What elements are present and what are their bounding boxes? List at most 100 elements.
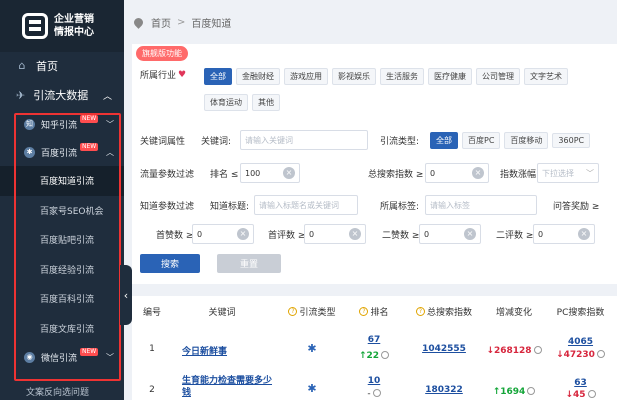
- logo-line1: 企业营销: [54, 14, 94, 25]
- industry-tag[interactable]: 金融财经: [236, 68, 280, 85]
- breadcrumb-home[interactable]: 首页: [151, 15, 171, 30]
- logo-icon: [22, 13, 48, 39]
- new-badge: NEW: [80, 348, 99, 356]
- clear-icon[interactable]: ×: [283, 167, 295, 179]
- sidebar-item-wenku[interactable]: 百度文库引流: [0, 314, 124, 344]
- zhihu-icon: 知: [24, 118, 35, 130]
- tag-input[interactable]: 请输入标签: [425, 195, 537, 215]
- clear-icon[interactable]: ×: [472, 167, 484, 179]
- index-change-select[interactable]: 下拉选择 ﹀: [537, 163, 599, 183]
- col-header-rank[interactable]: ? 排名: [344, 296, 404, 326]
- location-icon: [132, 15, 145, 29]
- sidebar-item-tieba[interactable]: 百度贴吧引流: [0, 225, 124, 255]
- seconds-label: 二赞数 ≥: [382, 230, 420, 241]
- filter-panel: 旗舰版功能 所属行业 ♥ 全部 金融财经 游戏应用 影视娱乐 生活服务 医疗健康…: [132, 44, 617, 284]
- second-comments-input[interactable]: 0 ×: [533, 224, 595, 244]
- traffic-type-tag[interactable]: 360PC: [552, 133, 591, 148]
- industry-tag[interactable]: 体育运动: [204, 94, 248, 111]
- industry-tag[interactable]: 游戏应用: [284, 68, 328, 85]
- logo[interactable]: 企业营销 情报中心: [0, 0, 124, 52]
- sidebar-group-label: 引流大数据: [33, 89, 89, 102]
- paw-icon: ✱: [24, 146, 35, 158]
- industry-tag[interactable]: 公司管理: [476, 68, 520, 85]
- index-change-label: 指数涨幅: [500, 169, 537, 180]
- sidebar-group-traffic[interactable]: ✈ 引流大数据 ︿: [0, 80, 124, 110]
- clock-icon: [381, 351, 390, 359]
- title-input[interactable]: 请输入标题名或关键词: [254, 195, 358, 215]
- clear-icon[interactable]: ×: [237, 228, 249, 240]
- industry-tags: 全部 金融财经 游戏应用 影视娱乐 生活服务 医疗健康 公司管理 文字艺术: [204, 68, 617, 85]
- industry-label: 所属行业: [140, 71, 177, 81]
- second-comments-label: 二评数 ≥: [496, 230, 534, 241]
- new-badge: NEW: [80, 143, 99, 151]
- clock-icon: [596, 350, 605, 358]
- search-index-label: 总搜索指数 ≥: [368, 169, 424, 180]
- traffic-type-tags: 全部 百度PC 百度移动 360PC: [430, 132, 594, 149]
- app-root: 企业营销 情报中心 ⌂ 首页 ✈ 引流大数据 ︿ 知 知乎引流 NEW ﹀ ✱ …: [0, 0, 617, 400]
- traffic-type-tag[interactable]: 百度PC: [462, 132, 501, 149]
- industry-tag[interactable]: 生活服务: [380, 68, 424, 85]
- sidebar-item-baidu[interactable]: ✱ 百度引流 NEW ︿: [0, 138, 124, 166]
- search-button[interactable]: 搜索: [140, 254, 200, 273]
- breadcrumb: 首页 > 百度知道: [124, 0, 617, 44]
- industry-tag[interactable]: 医疗健康: [428, 68, 472, 85]
- home-icon: ⌂: [18, 59, 26, 72]
- keyword-input[interactable]: 请输入关键词: [240, 130, 368, 150]
- industry-tag[interactable]: 影视娱乐: [332, 68, 376, 85]
- main-content: 首页 > 百度知道 旗舰版功能 所属行业 ♥ 全部 金融财经 游戏应用 影视娱乐…: [124, 0, 617, 400]
- rank-input[interactable]: 100 ×: [240, 163, 300, 183]
- clear-icon[interactable]: ×: [349, 228, 361, 240]
- col-header-change: 增减变化: [495, 307, 532, 318]
- clear-icon[interactable]: ×: [578, 228, 590, 240]
- keyword-link[interactable]: 生育能力检查需要多少钱: [182, 376, 272, 398]
- chevron-up-icon: ︿: [106, 147, 114, 157]
- seconds-input[interactable]: 0 ×: [419, 224, 481, 244]
- logo-line2: 情报中心: [54, 27, 94, 38]
- col-header-keyword: 关键词: [208, 307, 236, 318]
- comments-label: 首评数 ≥: [268, 230, 306, 241]
- wechat-icon: ◉: [24, 351, 35, 363]
- sidebar-item-baijiahao[interactable]: 百家号SEO机会: [0, 196, 124, 226]
- sidebar-item-baike[interactable]: 百度百科引流: [0, 284, 124, 314]
- breadcrumb-current: 百度知道: [191, 18, 232, 30]
- sidebar-item-baidu-zhidao[interactable]: 百度知道引流: [0, 166, 124, 196]
- kw-attr-label: 关键词属性: [140, 136, 186, 147]
- reset-button[interactable]: 重置: [217, 254, 281, 273]
- sidebar-item-label: 首页: [36, 60, 58, 73]
- industry-tag[interactable]: 文字艺术: [524, 68, 568, 85]
- col-header-index[interactable]: ? 总搜索指数: [404, 296, 484, 326]
- sidebar-item-reverse[interactable]: 文案反向选问题: [0, 383, 124, 400]
- sidebar-item-home[interactable]: ⌂ 首页: [0, 52, 124, 80]
- sidebar-item-wechat[interactable]: ◉ 微信引流 NEW ﹀: [0, 343, 124, 371]
- flagship-badge: 旗舰版功能: [136, 46, 188, 61]
- chevron-down-icon: ﹀: [106, 119, 114, 129]
- help-icon: ?: [359, 306, 369, 316]
- col-header-no: 编号: [142, 307, 161, 318]
- col-header-type[interactable]: ? 引流类型: [280, 296, 344, 326]
- new-badge: NEW: [80, 115, 99, 123]
- sidebar-item-zhihu[interactable]: 知 知乎引流 NEW ﹀: [0, 110, 124, 138]
- chevron-up-icon: ︿: [102, 91, 112, 102]
- help-icon: ?: [288, 306, 298, 316]
- clear-icon[interactable]: ×: [464, 228, 476, 240]
- likes-input[interactable]: 0 ×: [192, 224, 254, 244]
- search-index-input[interactable]: 0 ×: [425, 163, 489, 183]
- clock-icon: [533, 346, 542, 354]
- baidu-paw-icon: ✱: [307, 342, 317, 355]
- sidebar-item-jingyan[interactable]: 百度经验引流: [0, 255, 124, 285]
- col-header-pc-index: PC搜索指数: [556, 307, 605, 318]
- traffic-type-label: 引流类型:: [380, 136, 420, 147]
- traffic-type-tag[interactable]: 百度移动: [504, 132, 549, 149]
- heart-icon: ♥: [178, 69, 187, 80]
- clock-icon: [587, 390, 596, 398]
- sidebar: 企业营销 情报中心 ⌂ 首页 ✈ 引流大数据 ︿ 知 知乎引流 NEW ﹀ ✱ …: [0, 0, 124, 400]
- keyword-link[interactable]: 今日新鲜事: [182, 347, 227, 357]
- sidebar-item-label: 百度引流: [41, 148, 78, 159]
- baidu-paw-icon: ✱: [307, 382, 317, 395]
- industry-tag[interactable]: 其他: [252, 94, 280, 111]
- traffic-type-all[interactable]: 全部: [430, 132, 458, 149]
- industry-tag-all[interactable]: 全部: [204, 68, 232, 85]
- help-icon: ?: [415, 306, 425, 316]
- comments-input[interactable]: 0 ×: [304, 224, 366, 244]
- chevron-down-icon: ﹀: [106, 352, 114, 362]
